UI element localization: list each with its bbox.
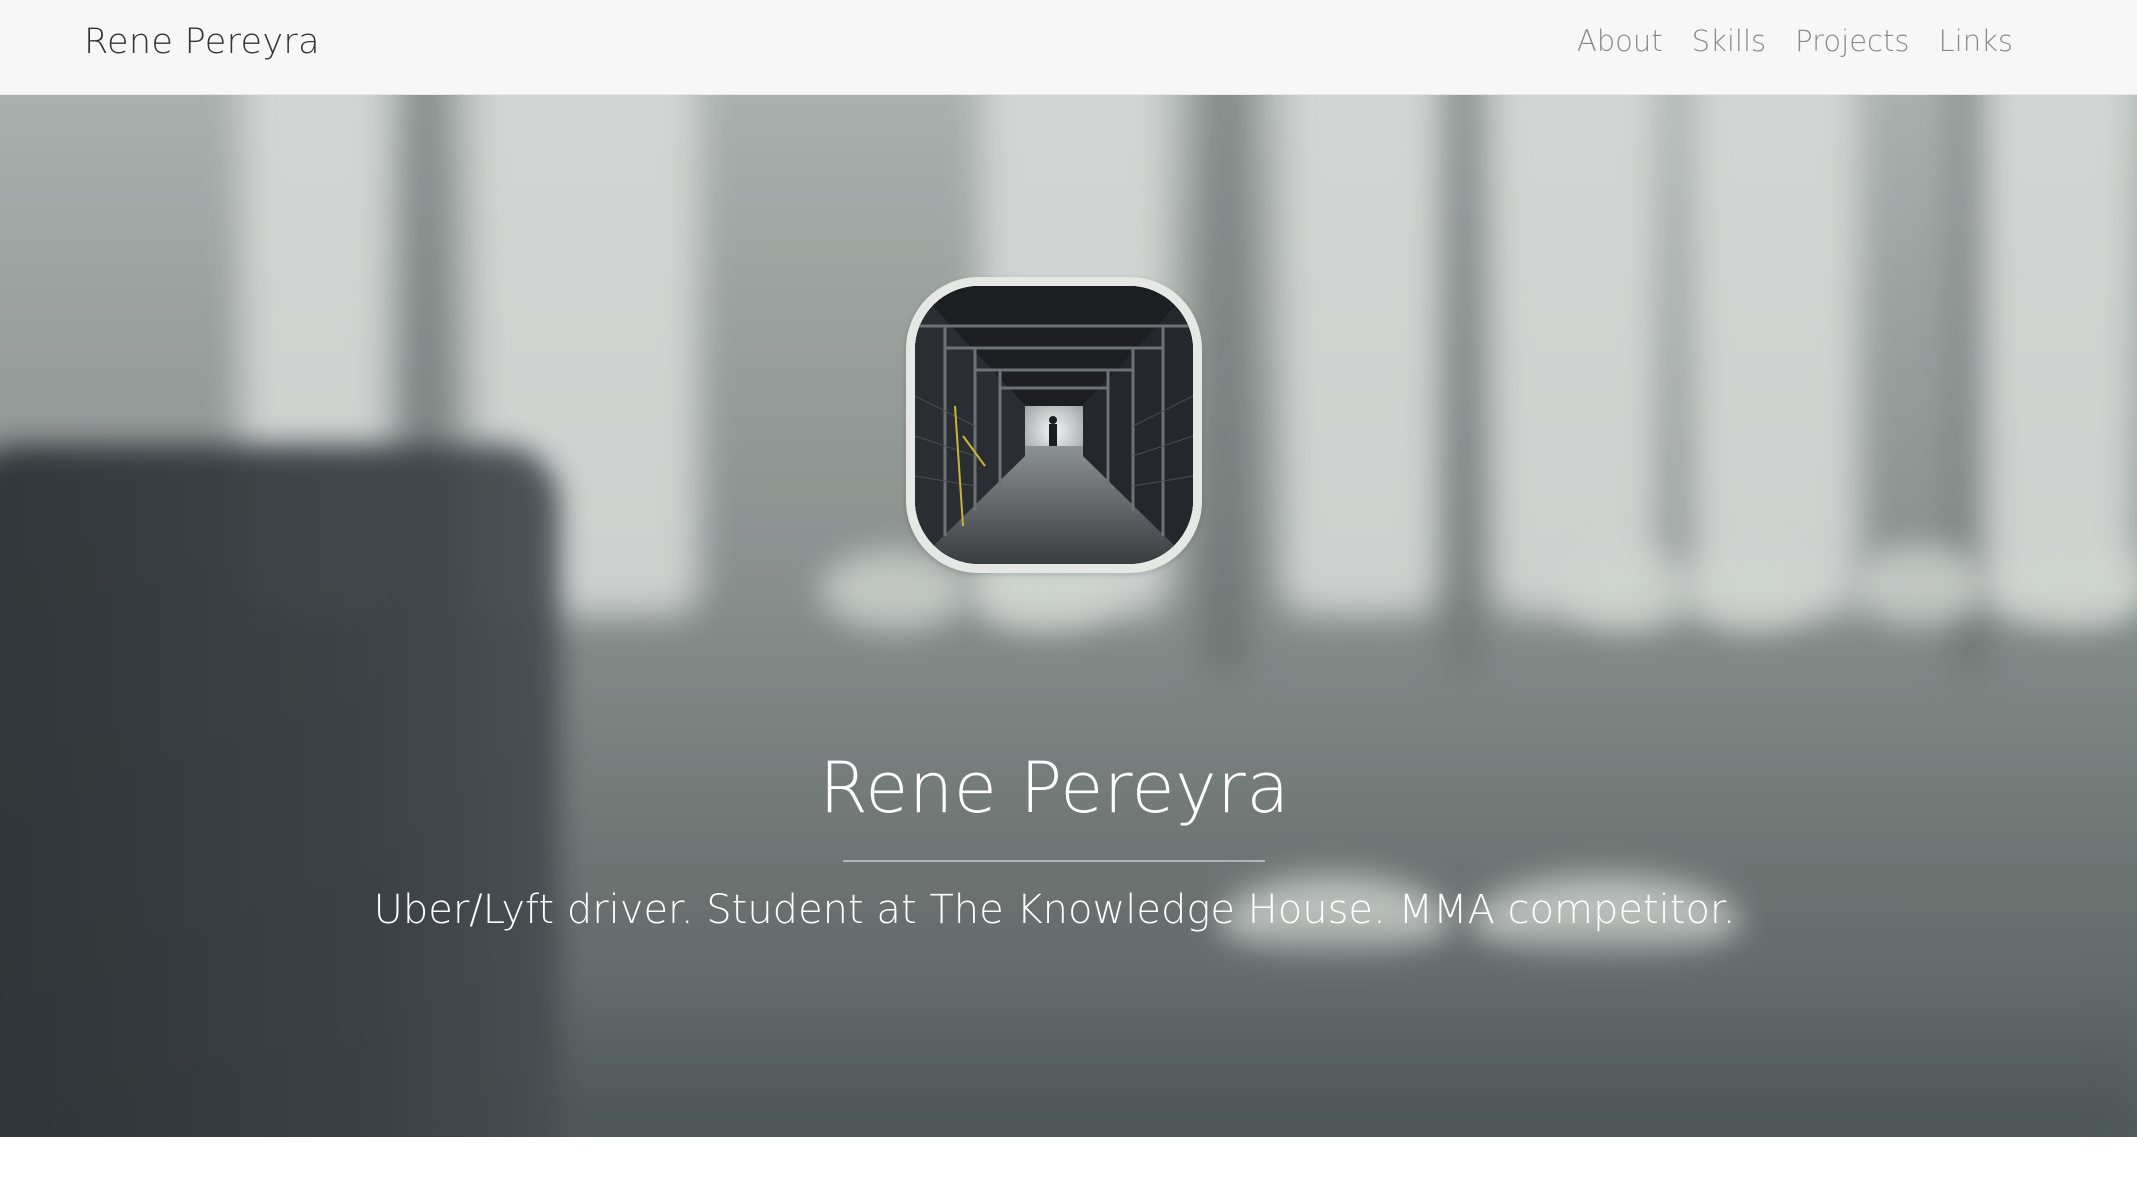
nav-links: About Skills Projects Links — [1577, 24, 2013, 58]
nav-link-links[interactable]: Links — [1939, 24, 2014, 58]
nav-link-projects[interactable]: Projects — [1795, 24, 1909, 58]
nav-link-about[interactable]: About — [1577, 24, 1663, 58]
hero-name: Rene Pereyra — [819, 747, 1290, 829]
bg-tint — [0, 95, 2137, 1137]
nav-link-skills[interactable]: Skills — [1692, 24, 1766, 58]
hero-divider — [843, 860, 1265, 862]
hero-section: Rene Pereyra Uber/Lyft driver. Student a… — [0, 95, 2137, 1137]
tunnel-image — [915, 286, 1193, 564]
brand-link[interactable]: Rene Pereyra — [84, 22, 320, 62]
navbar: Rene Pereyra About Skills Projects Links — [0, 0, 2137, 95]
avatar — [906, 277, 1202, 573]
hero-tagline: Uber/Lyft driver. Student at The Knowled… — [373, 887, 1736, 933]
avatar-photo — [915, 286, 1193, 564]
